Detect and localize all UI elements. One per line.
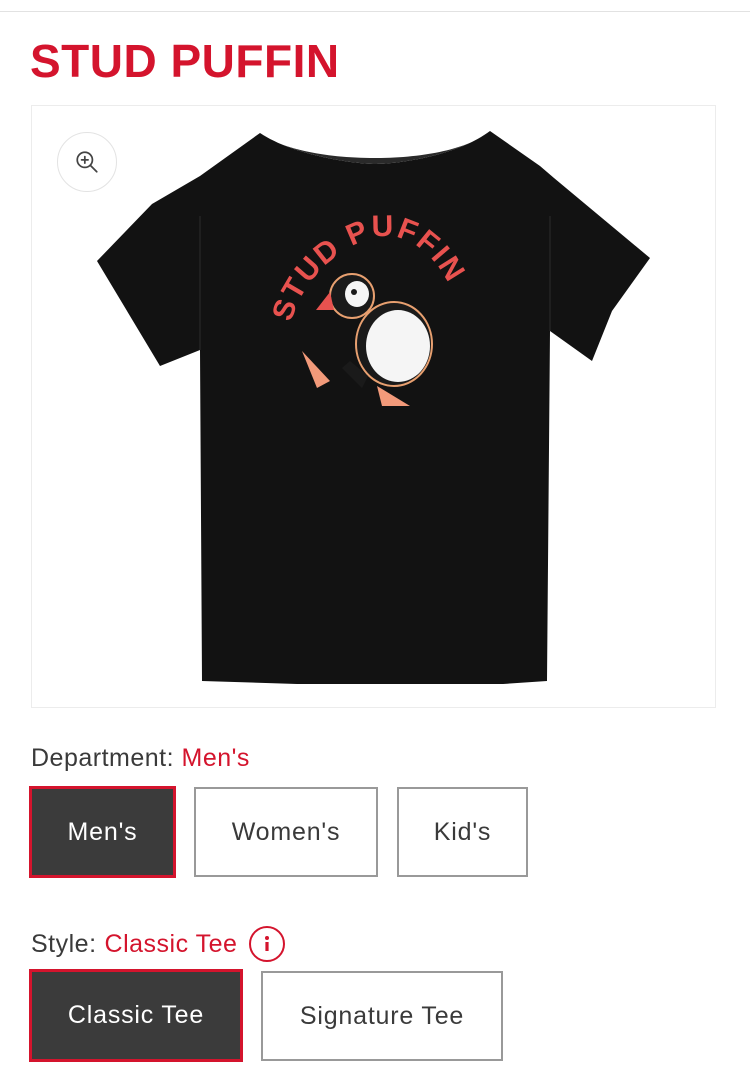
style-option-classic-tee[interactable]: Classic Tee (29, 969, 243, 1062)
department-option-label: Kid's (433, 817, 492, 846)
department-label: Department: Men's (31, 743, 250, 773)
department-label-text: Department: (31, 744, 175, 772)
department-option-mens[interactable]: Men's (29, 786, 176, 878)
department-option-womens[interactable]: Women's (194, 787, 378, 877)
style-selected-value: Classic Tee (104, 930, 238, 958)
department-option-label: Men's (67, 817, 138, 846)
zoom-button[interactable] (57, 132, 117, 192)
zoom-in-icon (76, 151, 98, 173)
department-option-kids[interactable]: Kid's (397, 787, 528, 877)
style-option-label: Classic Tee (67, 1001, 205, 1029)
style-label-text: Style: (31, 930, 97, 958)
style-option-signature-tee[interactable]: Signature Tee (261, 971, 503, 1061)
product-image: STUD PUFFIN (97, 131, 650, 684)
department-option-label: Women's (231, 817, 341, 846)
info-icon[interactable] (249, 926, 286, 962)
header-divider (0, 11, 750, 12)
product-title: STUD PUFFIN (30, 35, 340, 87)
product-image-gallery[interactable]: STUD PUFFIN (31, 105, 716, 708)
style-label: Style: Classic Tee (31, 926, 286, 962)
style-option-label: Signature Tee (299, 1001, 465, 1030)
department-selected-value: Men's (181, 744, 250, 772)
